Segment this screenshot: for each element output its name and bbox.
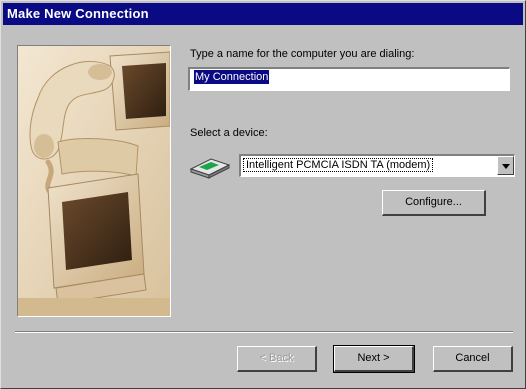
device-label: Select a device: xyxy=(190,127,268,139)
separator xyxy=(15,331,513,333)
chevron-down-icon xyxy=(502,164,510,169)
cancel-button[interactable]: Cancel xyxy=(433,346,513,372)
device-dropdown-button[interactable] xyxy=(497,156,514,175)
cancel-button-label: Cancel xyxy=(455,352,490,364)
next-button[interactable]: Next > xyxy=(333,345,415,373)
back-button[interactable]: < Back xyxy=(237,346,317,372)
make-new-connection-dialog: Make New Connection Type a name for the … xyxy=(0,0,526,389)
device-select-value: Intelligent PCMCIA ISDN TA (modem) xyxy=(242,158,434,172)
wizard-illustration xyxy=(17,45,171,317)
configure-button-label: Configure... xyxy=(405,196,462,208)
connection-name-input[interactable]: My Connection xyxy=(188,67,510,91)
connection-name-value: My Connection xyxy=(194,70,270,84)
connection-name-label: Type a name for the computer you are dia… xyxy=(190,48,415,60)
next-button-label: Next > xyxy=(357,352,390,364)
title-bar[interactable]: Make New Connection xyxy=(3,3,523,25)
back-button-label: < Back xyxy=(259,352,294,364)
device-select[interactable]: Intelligent PCMCIA ISDN TA (modem) xyxy=(239,154,515,177)
window-title: Make New Connection xyxy=(7,6,149,21)
configure-button[interactable]: Configure... xyxy=(382,190,486,216)
computer-phone-illustration-icon xyxy=(18,46,170,316)
modem-icon xyxy=(189,158,231,179)
